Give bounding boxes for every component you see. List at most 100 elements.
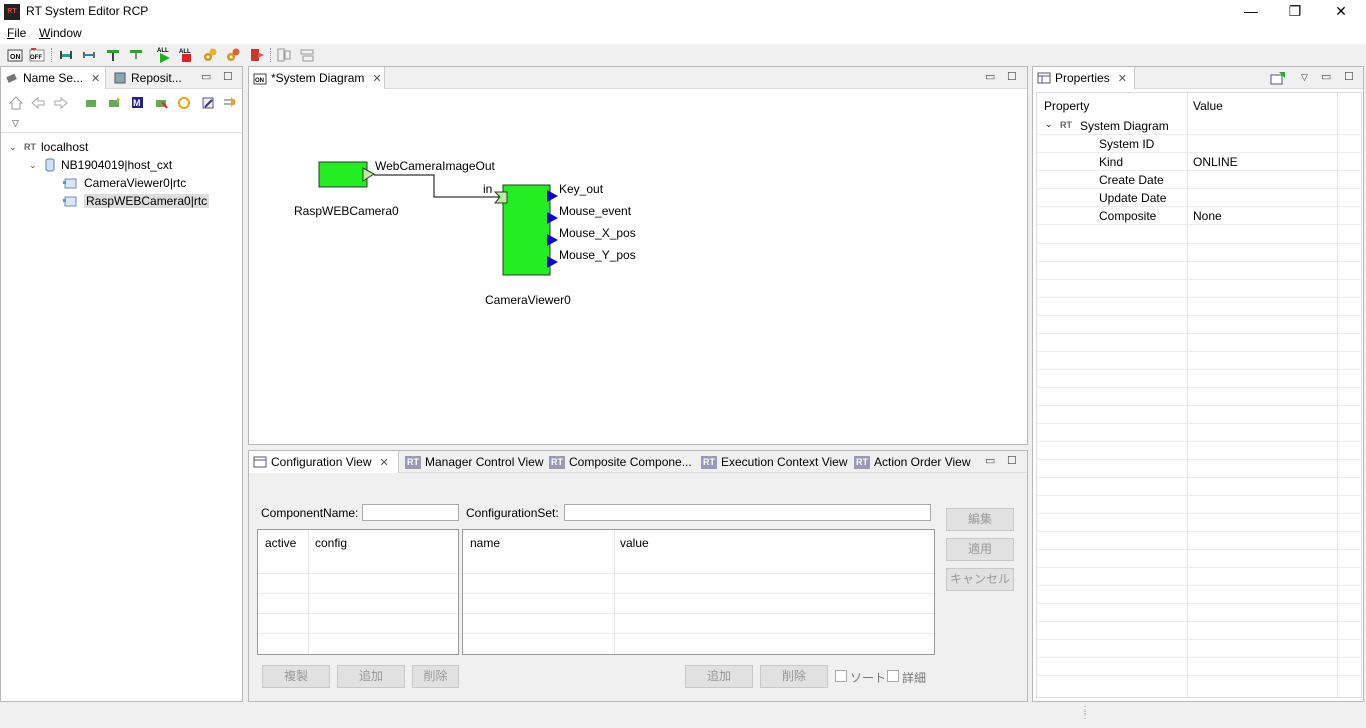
add-set-button[interactable]: 追加 xyxy=(337,665,405,688)
all-start-icon[interactable]: ALL xyxy=(155,47,171,63)
pin-icon[interactable] xyxy=(1270,71,1286,85)
tab-action-order-view[interactable]: RT Action Order View xyxy=(850,451,975,473)
port-mouse-x-pos[interactable] xyxy=(547,234,558,246)
prop-row[interactable]: System ID xyxy=(1037,135,1361,153)
prop-row-root[interactable]: ⌄ RT System Diagram xyxy=(1037,117,1361,135)
maximize-view-icon[interactable]: ☐ xyxy=(223,70,233,83)
chevron-down-icon[interactable]: ⌄ xyxy=(29,160,39,171)
all-activate-icon[interactable]: ON xyxy=(7,47,23,63)
close-icon[interactable]: ✕ xyxy=(1118,72,1127,85)
all-stop-icon[interactable]: ALL xyxy=(178,47,194,63)
tab-configuration-view[interactable]: Configuration View ✕ xyxy=(249,451,399,473)
connect-icon[interactable] xyxy=(58,47,74,63)
close-icon[interactable]: ✕ xyxy=(372,72,381,85)
port-mouse-event[interactable] xyxy=(547,212,558,224)
delete-param-button[interactable]: 削除 xyxy=(760,665,828,688)
webcamera-outport[interactable] xyxy=(362,167,375,182)
gear-icon[interactable] xyxy=(202,47,218,63)
component-name-field[interactable] xyxy=(362,504,459,521)
tab-composite-component[interactable]: RT Composite Compone... xyxy=(545,451,695,473)
close-icon[interactable]: ✕ xyxy=(380,456,389,469)
minimize-view-icon[interactable]: ▭ xyxy=(985,454,995,467)
exit-icon[interactable] xyxy=(249,47,265,63)
prop-row[interactable]: Create Date xyxy=(1037,171,1361,189)
home-icon[interactable] xyxy=(9,96,23,110)
gear-reset-icon[interactable] xyxy=(225,47,241,63)
status-bar: ⋮ ⋮ xyxy=(0,702,1366,728)
minimize-view-icon[interactable]: ▭ xyxy=(201,70,211,83)
port-disconnect-icon[interactable] xyxy=(128,47,144,63)
raspwebcamera-component[interactable] xyxy=(318,161,368,188)
apply-button[interactable]: 適用 xyxy=(946,538,1014,561)
maximize-button[interactable]: ❐ xyxy=(1272,0,1318,24)
port-key-out[interactable] xyxy=(547,190,558,202)
diagram-canvas[interactable] xyxy=(249,90,1027,444)
port-connect-icon[interactable] xyxy=(105,47,121,63)
tab-manager-control-view[interactable]: RT Manager Control View xyxy=(401,451,544,473)
row-line xyxy=(1037,513,1361,514)
prop-row[interactable]: Update Date xyxy=(1037,189,1361,207)
maximize-view-icon[interactable]: ☐ xyxy=(1007,70,1017,83)
minimize-view-icon[interactable]: ▭ xyxy=(1321,70,1331,83)
connector-line[interactable] xyxy=(374,174,499,198)
view-menu-chevron-icon[interactable]: ▽ xyxy=(12,118,19,129)
sort-checkbox[interactable] xyxy=(835,670,847,682)
tab-repository[interactable]: Reposit... xyxy=(109,67,187,89)
row-line xyxy=(1037,603,1361,604)
chevron-down-icon[interactable]: ⌄ xyxy=(9,142,19,153)
back-icon[interactable] xyxy=(31,96,45,110)
svg-text:M: M xyxy=(133,98,141,108)
filter-icon[interactable] xyxy=(223,96,237,110)
tree-item-host-cxt[interactable]: ⌄ NB1904019|host_cxt xyxy=(29,156,172,174)
tree-item-localhost[interactable]: ⌄ RT localhost xyxy=(9,138,88,156)
detail-checkbox[interactable] xyxy=(887,670,899,682)
prop-row[interactable]: Composite None xyxy=(1037,207,1361,225)
config-set-table[interactable]: active config xyxy=(257,529,459,655)
delete-set-button[interactable]: 削除 xyxy=(412,665,459,688)
maximize-view-icon[interactable]: ☐ xyxy=(1007,454,1017,467)
config-param-table[interactable]: name value xyxy=(462,529,935,655)
disconnect-icon[interactable] xyxy=(81,47,97,63)
add-nameserver-icon[interactable] xyxy=(107,96,121,110)
layout2-icon[interactable] xyxy=(299,47,315,63)
layout-icon[interactable] xyxy=(276,47,292,63)
cancel-button[interactable]: キャンセル xyxy=(946,568,1014,591)
close-button[interactable]: ✕ xyxy=(1318,0,1364,24)
view-menu-icon[interactable]: ▽ xyxy=(1301,72,1308,83)
edit-icon[interactable] xyxy=(201,96,215,110)
minimize-button[interactable]: — xyxy=(1228,0,1274,24)
row-line xyxy=(1037,423,1361,424)
properties-table[interactable]: Property Value ⌄ RT System Diagram Syste… xyxy=(1036,92,1362,698)
chevron-down-icon[interactable]: ⌄ xyxy=(1045,119,1053,130)
row-line xyxy=(1037,387,1361,388)
tree-item-raspwebcamera[interactable]: RaspWEBCamera0|rtc xyxy=(63,192,210,210)
add-param-button[interactable]: 追加 xyxy=(685,665,753,688)
tree-item-cameraviewer[interactable]: CameraViewer0|rtc xyxy=(63,174,186,192)
prop-row[interactable]: Kind ONLINE xyxy=(1037,153,1361,171)
delete-nameserver-icon[interactable] xyxy=(154,96,168,110)
tab-properties[interactable]: Properties ✕ xyxy=(1033,67,1135,89)
port-mouse-y-pos[interactable] xyxy=(547,256,558,268)
refresh-icon[interactable] xyxy=(177,96,191,110)
forward-icon[interactable] xyxy=(54,96,68,110)
port-label-mouse-event: Mouse_event xyxy=(559,204,632,218)
copy-button[interactable]: 複製 xyxy=(262,665,330,688)
configuration-set-field[interactable] xyxy=(564,504,931,521)
column-header-value: value xyxy=(620,536,649,550)
maximize-view-icon[interactable]: ☐ xyxy=(1344,70,1354,83)
tab-name-service[interactable]: Name Se... ✕ xyxy=(1,67,106,89)
manager-icon[interactable]: M xyxy=(131,96,145,110)
cameraviewer-component[interactable] xyxy=(502,184,551,276)
menu-window[interactable]: Window xyxy=(39,26,82,40)
plugin-icon[interactable] xyxy=(84,96,98,110)
close-icon[interactable]: ✕ xyxy=(91,72,100,85)
tab-system-diagram[interactable]: ON *System Diagram ✕ xyxy=(249,67,385,89)
edit-button[interactable]: 編集 xyxy=(946,508,1014,531)
properties-tabbar: Properties ✕ ▽ ▭ ☐ xyxy=(1033,67,1363,89)
row-line xyxy=(463,633,934,634)
menu-file[interactable]: File xyxy=(7,26,26,40)
port-label-mouse-y-pos: Mouse_Y_pos xyxy=(559,248,636,262)
minimize-view-icon[interactable]: ▭ xyxy=(985,70,995,83)
tab-execution-context-view[interactable]: RT Execution Context View xyxy=(697,451,849,473)
all-deactivate-icon[interactable]: OFF xyxy=(29,47,45,63)
